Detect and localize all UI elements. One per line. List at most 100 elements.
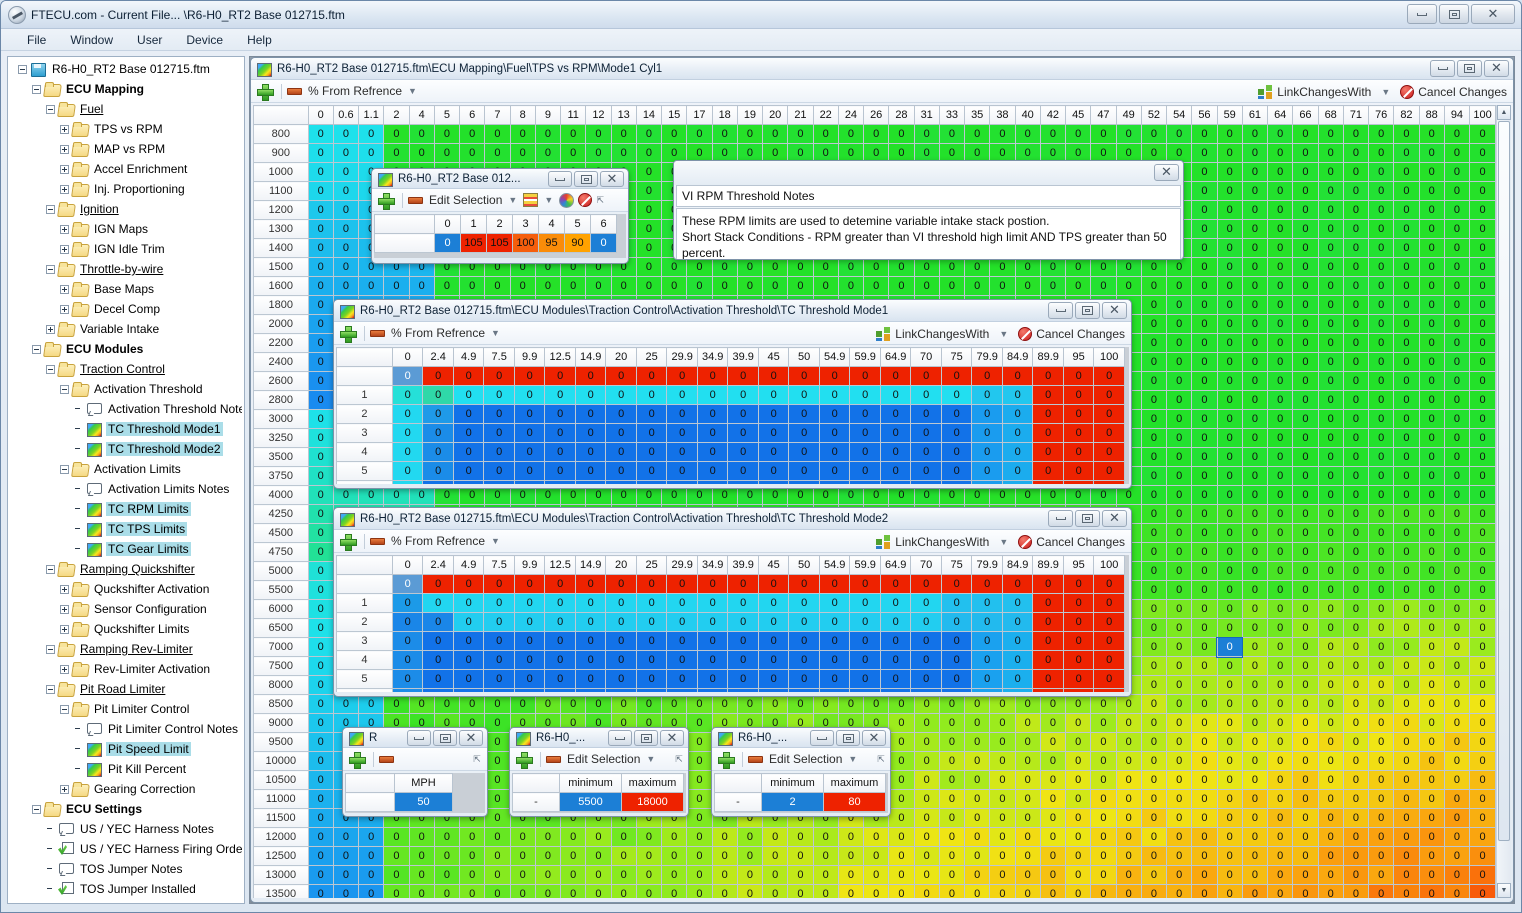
tc-mode1-mode-label[interactable]: % From Refrence: [391, 326, 485, 340]
grid-cell[interactable]: 0: [762, 884, 789, 898]
grid-cell[interactable]: 0: [635, 884, 663, 898]
grid-cell[interactable]: 0: [1014, 789, 1041, 809]
row-header[interactable]: [374, 233, 435, 253]
grid-cell[interactable]: 0: [1140, 333, 1168, 353]
grid-cell[interactable]: 0: [605, 650, 637, 670]
grid-cell[interactable]: 0: [605, 423, 637, 443]
grid-cell[interactable]: 0: [1368, 542, 1395, 562]
grid-cell[interactable]: 0: [788, 442, 820, 462]
grid-cell[interactable]: 0: [837, 865, 865, 885]
grid-cell[interactable]: 0: [1317, 352, 1344, 372]
grid-cell[interactable]: 0: [1191, 276, 1218, 296]
grid-cell[interactable]: 0: [1368, 390, 1395, 410]
column-header[interactable]: 64: [1267, 105, 1294, 125]
grid-cell[interactable]: 0: [1115, 865, 1142, 885]
grid-cell[interactable]: 0: [635, 827, 663, 847]
column-header[interactable]: 84.9: [1001, 347, 1034, 367]
grid-cell[interactable]: 0: [1001, 385, 1034, 405]
grid-cell[interactable]: 0: [422, 631, 454, 651]
grid-cell[interactable]: 0: [1393, 466, 1420, 486]
grid-cell[interactable]: 0: [1393, 561, 1420, 581]
grid-cell[interactable]: 0: [940, 366, 973, 386]
grid-cell[interactable]: 0: [1191, 314, 1218, 334]
grid-cell[interactable]: 0: [1216, 561, 1243, 581]
grid-cell[interactable]: 2: [761, 792, 824, 812]
grid-cell[interactable]: 0: [971, 669, 1003, 689]
grid-cell[interactable]: 0: [1393, 200, 1420, 220]
grid-cell[interactable]: 0: [1292, 732, 1319, 752]
grid-cell[interactable]: 0: [1368, 428, 1395, 448]
grid-cell[interactable]: 0: [1191, 162, 1218, 182]
grid-cell[interactable]: 0: [585, 865, 612, 885]
grid-cell[interactable]: 0: [888, 827, 915, 847]
grid-cell[interactable]: 0: [1469, 713, 1496, 733]
grid-cell[interactable]: 0: [1469, 751, 1496, 771]
grid-cell[interactable]: 0: [727, 423, 759, 443]
column-header[interactable]: 56: [1191, 105, 1218, 125]
grid-cell[interactable]: 0: [1418, 447, 1445, 467]
grid-cell[interactable]: 0: [711, 276, 738, 296]
grid-cell[interactable]: 0: [1292, 694, 1319, 714]
grid-cell[interactable]: 0: [605, 593, 637, 613]
grid-cell[interactable]: 0: [938, 257, 966, 277]
grid-cell[interactable]: 0: [1032, 593, 1064, 613]
column-header[interactable]: 2.4: [422, 555, 454, 575]
column-header[interactable]: 17: [686, 105, 713, 125]
grid-cell[interactable]: 5500: [559, 792, 622, 812]
grid-cell[interactable]: 0: [1292, 333, 1319, 353]
grid-cell[interactable]: 0: [635, 200, 663, 220]
tree-item-ecu-mapping[interactable]: ECU Mapping: [10, 79, 242, 99]
tree-item-tc-rpm-limits[interactable]: TC RPM Limits: [10, 499, 242, 519]
column-header[interactable]: 6: [590, 214, 617, 234]
table-row[interactable]: 4000000000000000000000000: [336, 650, 1125, 670]
grid-cell[interactable]: 0: [711, 124, 738, 144]
grid-cell[interactable]: 0: [307, 143, 334, 163]
grid-cell[interactable]: 0: [1292, 656, 1319, 676]
row-header[interactable]: [336, 366, 393, 386]
grid-cell[interactable]: 0: [513, 574, 546, 594]
grid-cell[interactable]: 0: [1393, 238, 1420, 258]
grid-cell[interactable]: 0: [484, 808, 511, 828]
grid-cell[interactable]: 0: [910, 631, 942, 651]
grid-cell[interactable]: 0: [1001, 404, 1034, 424]
grid-cell[interactable]: 0: [1418, 561, 1445, 581]
grid-cell[interactable]: 0: [913, 865, 940, 885]
grid-cell[interactable]: 0: [1039, 257, 1067, 277]
tree-item-tos-jumper-notes[interactable]: TOS Jumper Notes: [10, 859, 242, 879]
grid-cell[interactable]: 0: [332, 238, 360, 258]
column-header[interactable]: 15: [661, 105, 688, 125]
column-header[interactable]: 70: [910, 347, 942, 367]
table-row[interactable]: 3000000000000000000000000: [336, 423, 1125, 443]
grid-cell[interactable]: 0: [818, 366, 851, 386]
grid-cell[interactable]: 0: [1342, 580, 1370, 600]
grid-cell[interactable]: 0: [837, 846, 865, 866]
grid-cell[interactable]: 0: [1368, 827, 1395, 847]
grid-cell[interactable]: 0: [964, 694, 991, 714]
grid-cell[interactable]: 0: [1093, 669, 1125, 689]
grid-cell[interactable]: 0: [787, 884, 814, 898]
grid-cell[interactable]: 0: [762, 827, 789, 847]
grid-cell[interactable]: 0: [1342, 371, 1370, 391]
grid-cell[interactable]: 0: [1368, 485, 1395, 505]
grid-cell[interactable]: 0: [971, 461, 1003, 481]
grid-cell[interactable]: 0: [1469, 124, 1496, 144]
grid-cell[interactable]: 0: [1267, 751, 1294, 771]
grid-cell[interactable]: 0: [879, 574, 912, 594]
grid-cell[interactable]: 0: [1090, 124, 1117, 144]
grid-cell[interactable]: 0: [513, 650, 546, 670]
column-header[interactable]: 0: [307, 105, 334, 125]
grid-cell[interactable]: 0: [585, 846, 612, 866]
grid-cell[interactable]: 0: [812, 124, 839, 144]
grid-cell[interactable]: 0: [1418, 618, 1445, 638]
column-header[interactable]: 18: [711, 105, 738, 125]
grid-cell[interactable]: 0: [1368, 276, 1395, 296]
tree-item-tc-gear-limits[interactable]: TC Gear Limits: [10, 539, 242, 559]
grid-cell[interactable]: 0: [818, 650, 851, 670]
row-header[interactable]: 1300: [253, 219, 309, 239]
grid-cell[interactable]: 0: [1191, 466, 1218, 486]
grid-cell[interactable]: 0: [1317, 371, 1344, 391]
tc-mode2-grid-container[interactable]: 0 2.4 4.9 7.5 9.9 12.5 14.9 20 25 29.9 34.9 39.9 45 5…: [336, 555, 1129, 692]
grid-cell[interactable]: 0: [484, 751, 511, 771]
grid-cell[interactable]: 0: [1342, 770, 1370, 790]
grid-cell[interactable]: 0: [513, 631, 546, 651]
